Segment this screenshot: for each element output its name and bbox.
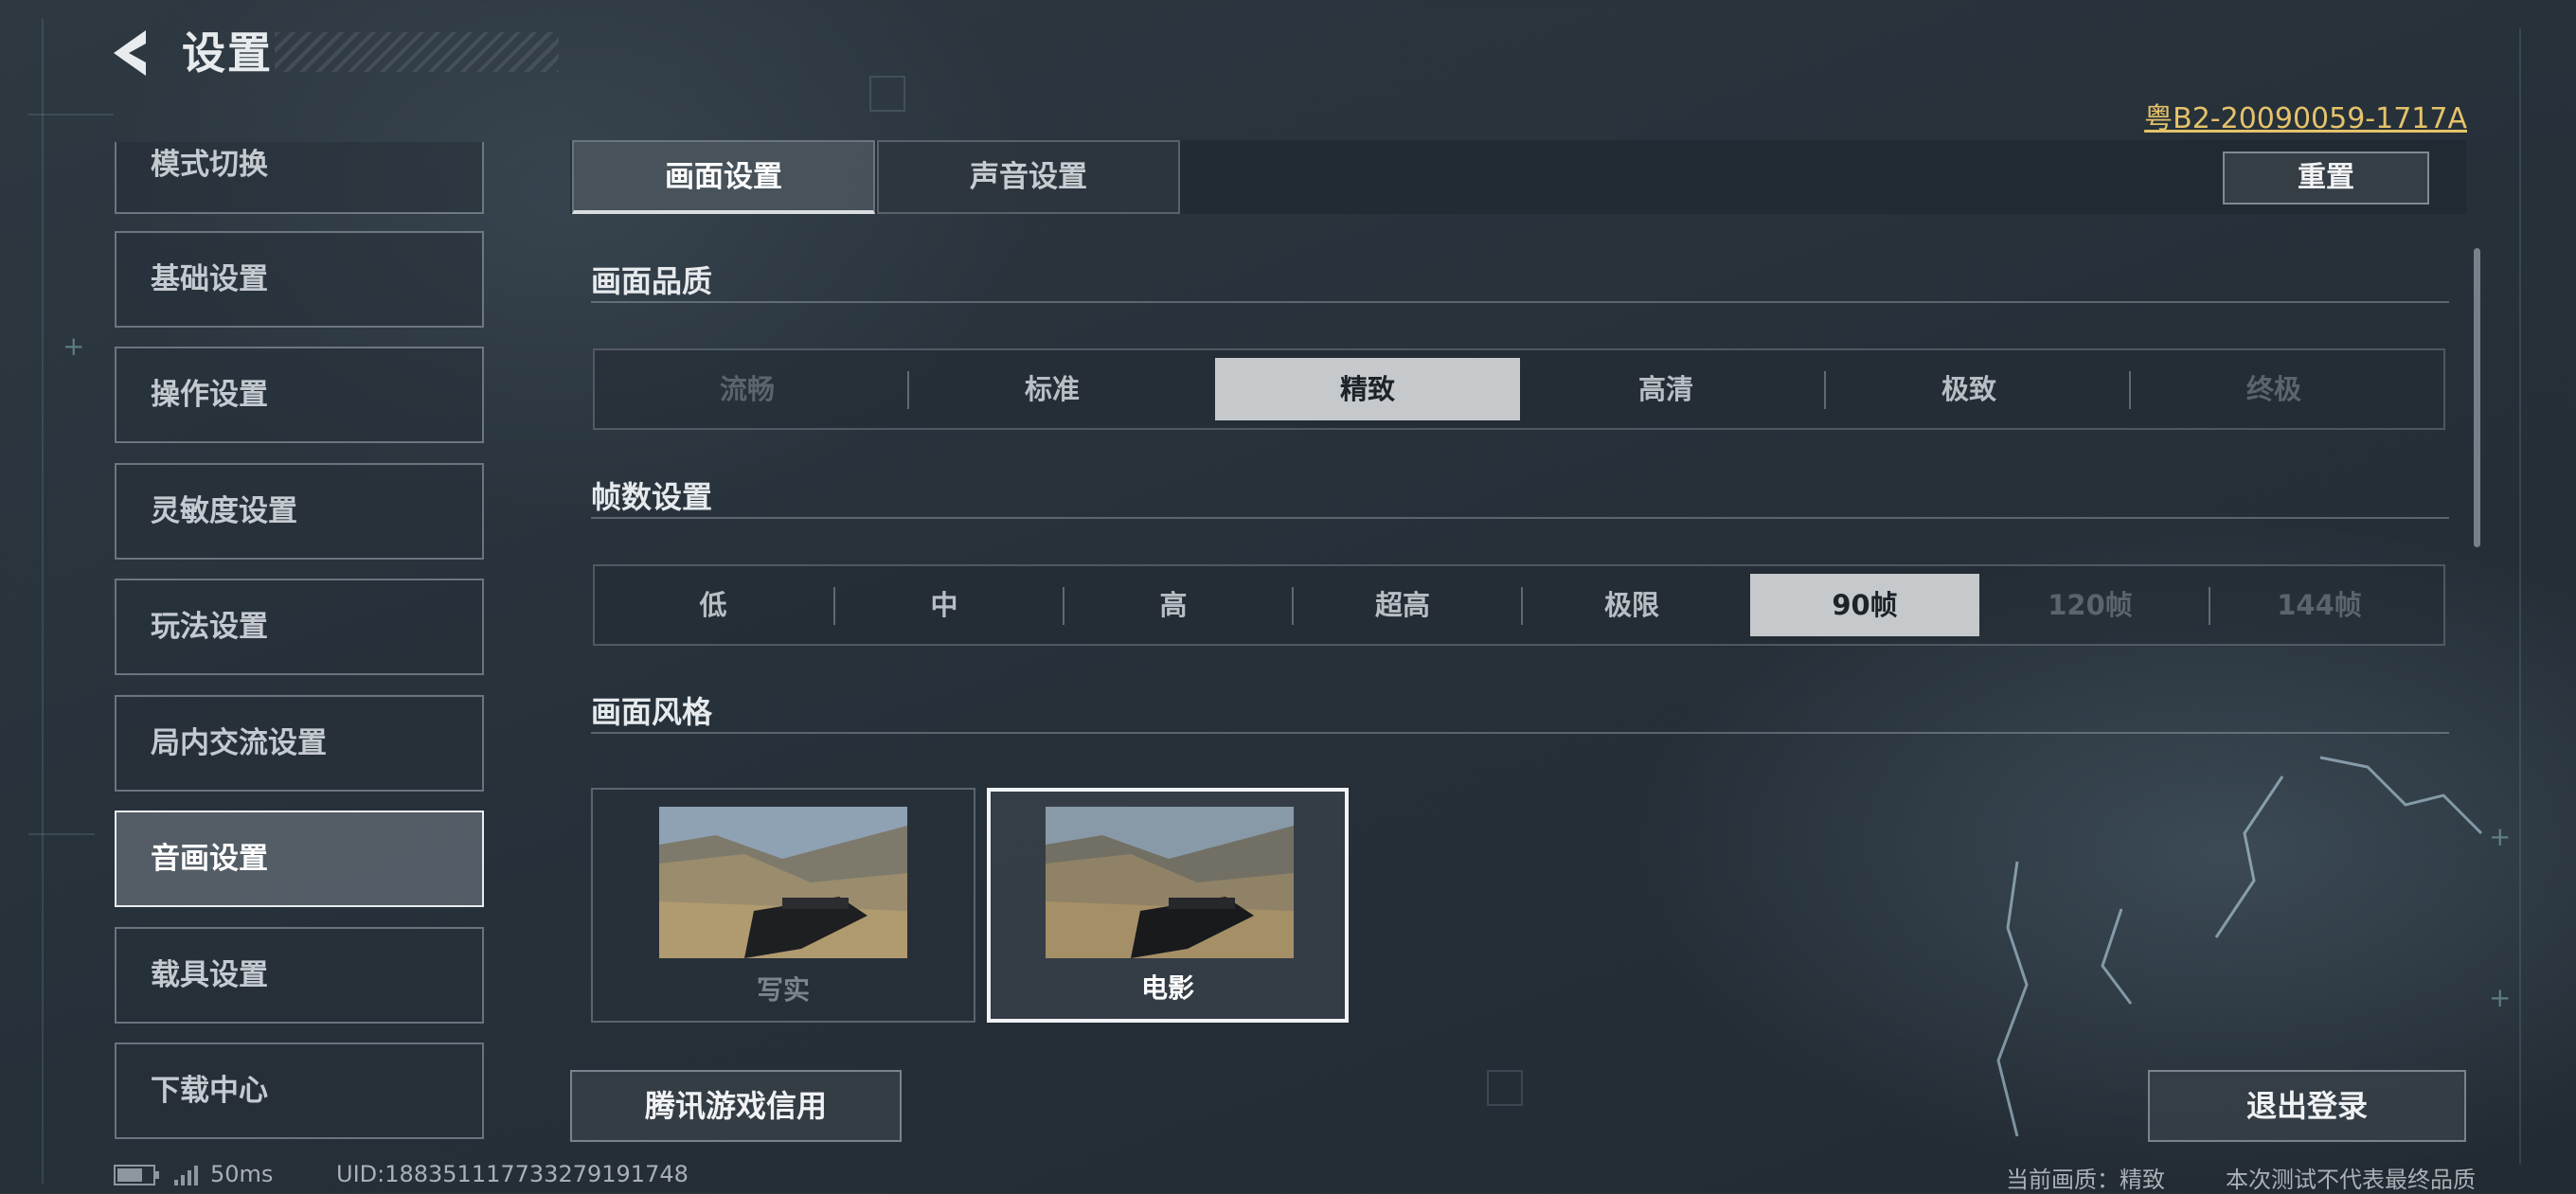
sidebar-item-controls[interactable]: 操作设置	[115, 347, 484, 443]
style-divider	[591, 732, 2449, 734]
framerate-option-max[interactable]: 极限	[1523, 574, 1741, 636]
back-button[interactable]	[104, 25, 161, 81]
tab-graphics[interactable]: 画面设置	[572, 140, 875, 214]
framerate-option-low[interactable]: 低	[604, 574, 822, 636]
quality-title: 画面品质	[591, 263, 713, 299]
quality-option-smooth[interactable]: 流畅	[604, 358, 890, 420]
framerate-title: 帧数设置	[591, 479, 713, 515]
battery-icon	[114, 1165, 159, 1185]
style-option-realistic[interactable]: 写实	[591, 788, 975, 1023]
quality-option-ultimate[interactable]: 终极	[2131, 358, 2417, 420]
tab-sound[interactable]: 声音设置	[877, 140, 1180, 214]
uid-text: UID:1883511177332791917​48	[336, 1161, 689, 1187]
title-decoration	[275, 32, 559, 72]
license-link[interactable]: 粤B2-20090059-1717A	[2144, 95, 2467, 136]
signal-icon	[174, 1166, 198, 1185]
current-quality-text: 当前画质：精致	[2006, 1167, 2165, 1193]
style-option-cinematic[interactable]: 电影	[987, 788, 1349, 1023]
sidebar-item-sensitivity[interactable]: 灵敏度设置	[115, 463, 484, 560]
framerate-option-ultra[interactable]: 超高	[1294, 574, 1512, 636]
framerate-option-120fps[interactable]: 120帧	[1981, 574, 2199, 636]
framerate-option-144fps[interactable]: 144帧	[2210, 574, 2428, 636]
framerate-option-mid[interactable]: 中	[835, 574, 1053, 636]
sidebar-item-mode-switch[interactable]: 模式切换	[115, 142, 484, 214]
logout-button[interactable]: 退出登录	[2148, 1070, 2466, 1142]
quality-option-refined[interactable]: 精致	[1215, 358, 1520, 420]
credit-button[interactable]: 腾讯游戏信用	[570, 1070, 902, 1142]
framerate-selector: 低 中 高 超高 极限 90帧 120帧 144帧	[593, 564, 2445, 646]
framerate-option-90fps[interactable]: 90帧	[1750, 574, 1979, 636]
sidebar-item-basic[interactable]: 基础设置	[115, 231, 484, 328]
style-title: 画面风格	[591, 694, 713, 730]
style-thumbnail-cinematic	[1046, 807, 1294, 958]
framerate-option-high[interactable]: 高	[1064, 574, 1282, 636]
quality-selector: 流畅 标准 精致 高清 极致 终极	[593, 348, 2445, 430]
sidebar-item-gameplay[interactable]: 玩法设置	[115, 579, 484, 675]
sidebar-item-communication[interactable]: 局内交流设置	[115, 695, 484, 792]
quality-option-hd[interactable]: 高清	[1523, 358, 1809, 420]
quality-divider	[591, 301, 2449, 303]
style-label-realistic: 写实	[756, 974, 810, 1006]
page-title: 设置	[182, 27, 273, 79]
sidebar-item-audio-video[interactable]: 音画设置	[115, 811, 484, 907]
style-thumbnail-realistic	[659, 807, 907, 958]
ping-text: 50ms	[210, 1161, 274, 1187]
sidebar-item-download[interactable]: 下载中心	[115, 1043, 484, 1139]
quality-option-extreme[interactable]: 极致	[1826, 358, 2112, 420]
reset-button[interactable]: 重置	[2223, 151, 2429, 205]
scrollbar[interactable]	[2474, 248, 2480, 547]
quality-option-standard[interactable]: 标准	[909, 358, 1195, 420]
style-label-cinematic: 电影	[1140, 972, 1194, 1004]
disclaimer-text: 本次测试不代表最终品质	[2226, 1167, 2476, 1193]
framerate-divider	[591, 517, 2449, 519]
sidebar-item-vehicle[interactable]: 载具设置	[115, 927, 484, 1024]
chevron-left-icon	[114, 30, 146, 76]
